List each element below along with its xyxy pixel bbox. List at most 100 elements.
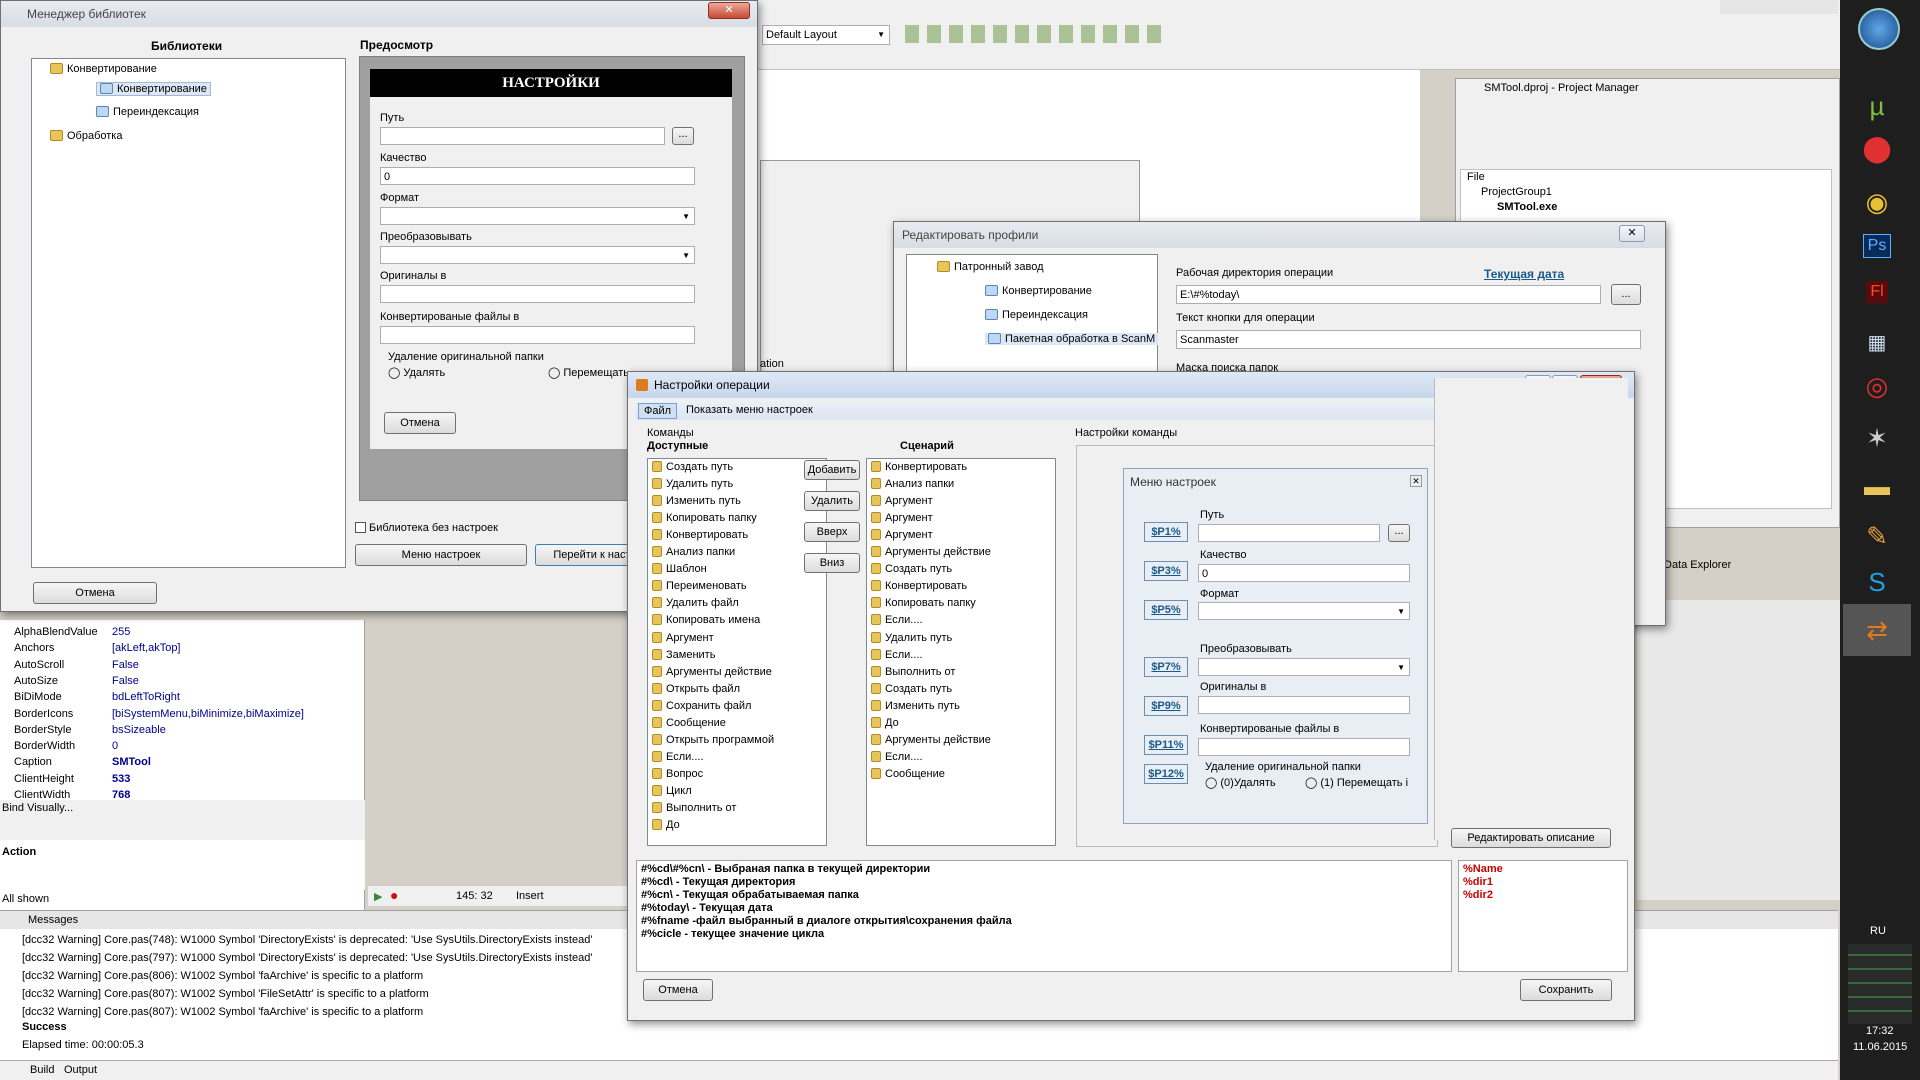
command-item[interactable]: Открыть файл: [652, 682, 740, 695]
command-item[interactable]: Изменить путь: [871, 699, 960, 712]
command-item[interactable]: Анализ папки: [871, 478, 954, 490]
mp-format-combo[interactable]: [1198, 602, 1410, 621]
command-item[interactable]: Создать путь: [652, 461, 733, 473]
command-item[interactable]: Удалить путь: [871, 631, 952, 644]
pv-quality-field[interactable]: 0: [380, 167, 695, 185]
param-tag-button[interactable]: $P3%: [1144, 561, 1188, 581]
work-dir-field[interactable]: E:\#%today\: [1176, 285, 1601, 304]
pv-radio-move[interactable]: ◯ Перемещать: [548, 366, 629, 379]
play-icon[interactable]: ▶: [374, 890, 382, 903]
pv-radio-delete[interactable]: ◯ Удалять: [388, 366, 445, 379]
start-orb[interactable]: [1858, 8, 1900, 50]
record-icon[interactable]: ●: [390, 887, 398, 903]
op-cancel-button[interactable]: Отмена: [643, 979, 713, 1001]
pv-path-field[interactable]: [380, 127, 665, 145]
data-explorer-tab[interactable]: Data Explorer: [1664, 559, 1731, 571]
photoshop-icon[interactable]: Ps: [1843, 220, 1911, 272]
pv-format-combo[interactable]: [380, 207, 695, 226]
command-item[interactable]: Заменить: [652, 648, 715, 661]
settings-menu-close[interactable]: ✕: [1410, 475, 1422, 487]
no-settings-checkbox[interactable]: Библиотека без настроек: [355, 522, 498, 534]
close-button[interactable]: ✕: [708, 2, 750, 19]
tree-node[interactable]: Конвертирование: [50, 63, 157, 75]
mp-convert-combo[interactable]: [1198, 658, 1410, 677]
message-line[interactable]: [dcc32 Warning] Core.pas(807): W1002 Sym…: [22, 1006, 423, 1018]
button-text-field[interactable]: Scanmaster: [1176, 330, 1641, 349]
tab-build[interactable]: Build: [30, 1064, 54, 1076]
work-dir-browse-button[interactable]: ...: [1611, 284, 1641, 305]
property-value[interactable]: [akLeft,akTop]: [112, 642, 181, 654]
command-item[interactable]: Создать путь: [871, 563, 952, 575]
language-indicator[interactable]: RU: [1870, 925, 1886, 937]
red-circle-app-icon[interactable]: ◎: [1843, 360, 1911, 412]
command-item[interactable]: Аргумент: [871, 495, 933, 507]
add-button[interactable]: Добавить: [804, 460, 860, 480]
mp-radio1[interactable]: ◯ (1) Перемещать і: [1305, 776, 1408, 789]
command-item[interactable]: Вопрос: [652, 767, 703, 780]
tree-node[interactable]: Обработка: [50, 130, 122, 142]
active-app-icon[interactable]: ⇄: [1843, 604, 1911, 656]
clock-date[interactable]: 11.06.2015: [1853, 1041, 1907, 1053]
command-item[interactable]: Переименовать: [652, 580, 747, 592]
command-item[interactable]: Аргумент: [652, 631, 714, 644]
tree-node[interactable]: Конвертирование: [985, 285, 1092, 297]
property-value[interactable]: 533: [112, 773, 130, 785]
variable-line[interactable]: %dir2: [1463, 889, 1493, 901]
tab-output[interactable]: Output: [64, 1064, 97, 1076]
param-tag-button[interactable]: $P9%: [1144, 696, 1188, 716]
param-tag-button[interactable]: $P11%: [1144, 735, 1188, 755]
property-value[interactable]: False: [112, 659, 139, 671]
pm-project-exe[interactable]: SMTool.exe: [1497, 201, 1557, 213]
mp-browse-button[interactable]: ...: [1388, 524, 1410, 542]
command-item[interactable]: Создать путь: [871, 682, 952, 695]
pv-browse-button[interactable]: ...: [672, 127, 694, 145]
tree-node[interactable]: Конвертирование: [96, 82, 211, 96]
menu-file[interactable]: Файл: [638, 403, 678, 419]
param-tag-button[interactable]: $P1%: [1144, 522, 1188, 542]
variable-line[interactable]: %dir1: [1463, 876, 1493, 888]
command-item[interactable]: Выполнить от: [871, 665, 955, 678]
pv-cancel-button[interactable]: Отмена: [384, 412, 456, 434]
command-item[interactable]: Сообщение: [652, 716, 726, 729]
save-button[interactable]: Сохранить: [1520, 979, 1612, 1001]
flash-icon[interactable]: Fl: [1843, 266, 1911, 318]
star-app-icon[interactable]: ✶: [1843, 412, 1911, 464]
property-value[interactable]: bsSizeable: [112, 724, 166, 736]
tree-node[interactable]: Патронный завод: [937, 261, 1044, 273]
menu-show-settings[interactable]: Показать меню настроек: [686, 404, 813, 416]
explorer-folder-icon[interactable]: ▬: [1843, 460, 1911, 512]
command-item[interactable]: Сообщение: [871, 767, 945, 780]
command-item[interactable]: Цикл: [652, 784, 692, 797]
mp-path-field[interactable]: [1198, 524, 1380, 542]
command-item[interactable]: Аргумент: [871, 512, 933, 524]
pv-originals-field[interactable]: [380, 285, 695, 303]
property-value[interactable]: SMTool: [112, 756, 151, 768]
property-value[interactable]: bdLeftToRight: [112, 691, 180, 703]
down-button[interactable]: Вниз: [804, 553, 860, 573]
command-item[interactable]: Если....: [871, 648, 923, 661]
command-item[interactable]: Копировать имена: [652, 614, 760, 626]
clock-time[interactable]: 17:32: [1866, 1025, 1894, 1037]
paint-icon[interactable]: ✎: [1843, 510, 1911, 562]
edit-description-button[interactable]: Редактировать описание: [1451, 828, 1611, 848]
command-item[interactable]: Если....: [871, 750, 923, 763]
current-date-link[interactable]: Текущая дата: [1484, 267, 1564, 281]
message-line[interactable]: [dcc32 Warning] Core.pas(807): W1002 Sym…: [22, 988, 429, 1000]
message-line[interactable]: [dcc32 Warning] Core.pas(806): W1002 Sym…: [22, 970, 423, 982]
command-item[interactable]: Если....: [652, 750, 704, 763]
tree-node[interactable]: Переиндексация: [96, 106, 199, 118]
tree-node[interactable]: Пакетная обработка в ScanM: [985, 333, 1159, 345]
remove-button[interactable]: Удалить: [804, 491, 860, 511]
command-item[interactable]: Аргументы действие: [871, 546, 991, 558]
param-tag-button[interactable]: $P12%: [1144, 764, 1188, 784]
scenario-list[interactable]: Конвертировать Анализ папки Аргумент Аргуме…: [866, 458, 1056, 846]
command-item[interactable]: Изменить путь: [652, 495, 741, 507]
available-commands-list[interactable]: Создать путь Удалить путь Изменить путь Коп…: [647, 458, 827, 846]
message-line[interactable]: [dcc32 Warning] Core.pas(797): W1000 Sym…: [22, 952, 592, 964]
settings-menu-button[interactable]: Меню настроек: [355, 544, 527, 566]
command-item[interactable]: Аргументы действие: [871, 733, 991, 746]
command-item[interactable]: До: [652, 819, 680, 831]
command-item[interactable]: Если....: [871, 614, 923, 626]
pv-converted-field[interactable]: [380, 326, 695, 344]
command-item[interactable]: Анализ папки: [652, 546, 735, 558]
